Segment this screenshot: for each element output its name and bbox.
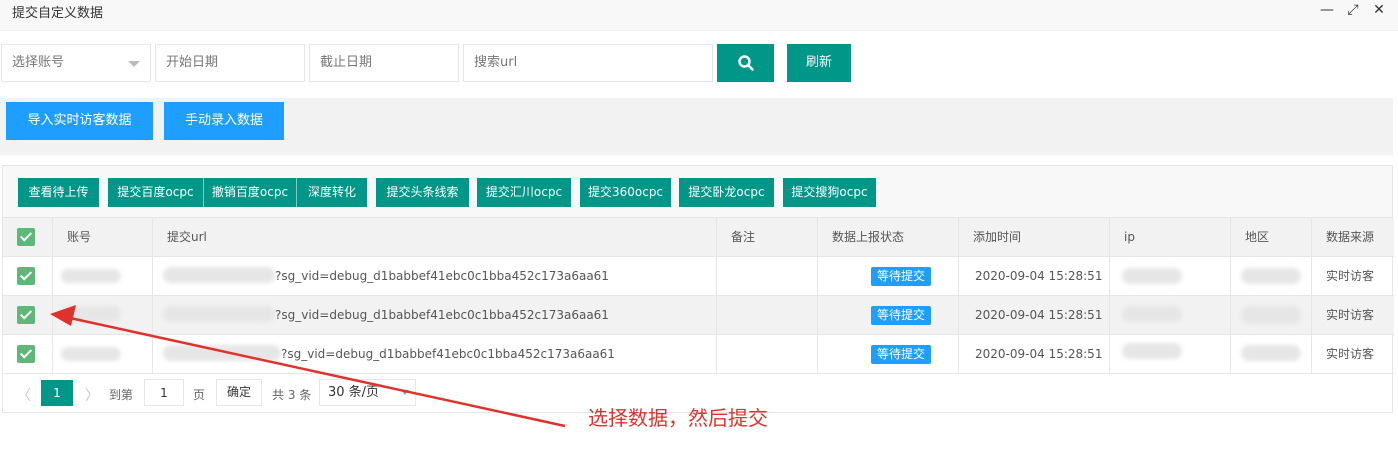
submit-toutiao-leads-button[interactable]: 提交头条线索 [376, 178, 469, 207]
url-text: ?sg_vid=debug_d1babbef41ebc0c1bba452c173… [281, 347, 615, 361]
ip-cell [1110, 296, 1231, 334]
column-header-ip: ip [1110, 218, 1231, 256]
url-cell: ?sg_vid=debug_d1babbef41ebc0c1bba452c173… [153, 296, 717, 334]
table-row[interactable]: ?sg_vid=debug_d1babbef41ebc0c1bba452c173… [3, 296, 1394, 335]
note-cell [717, 257, 818, 295]
time-cell: 2020-09-04 15:28:51 [959, 257, 1110, 295]
page-label: 页 [193, 388, 206, 402]
url-search-input[interactable] [474, 45, 712, 80]
revoke-baidu-ocpc-button[interactable]: 撤销百度ocpc [203, 178, 296, 207]
account-cell [53, 257, 153, 295]
deep-conversion-button[interactable]: 深度转化 [296, 178, 367, 207]
time-cell: 2020-09-04 15:28:51 [959, 296, 1110, 334]
row-checkbox[interactable] [17, 267, 35, 285]
submit-baidu-ocpc-button[interactable]: 提交百度ocpc [108, 178, 203, 207]
column-header-note: 备注 [717, 218, 818, 256]
account-cell [53, 335, 153, 373]
chevron-down-icon [128, 61, 140, 67]
column-header-time: 添加时间 [959, 218, 1110, 256]
account-select[interactable]: 选择账号 [1, 44, 151, 82]
window-title: 提交自定义数据 [12, 6, 104, 21]
source-cell: 实时访客 [1326, 347, 1375, 361]
start-date-field[interactable] [155, 44, 305, 82]
row-checkbox[interactable] [17, 345, 35, 363]
table-header: 账号 提交url 备注 数据上报状态 添加时间 ip 地区 数据来源 [3, 218, 1394, 257]
submit-huichuan-ocpc-button[interactable]: 提交汇川ocpc [477, 178, 571, 207]
end-date-field[interactable] [309, 44, 459, 82]
end-date-input[interactable] [320, 45, 458, 80]
submit-wolong-ocpc-button[interactable]: 提交卧龙ocpc [679, 178, 774, 207]
minimize-icon[interactable]: — [1318, 2, 1336, 18]
url-text: ?sg_vid=debug_d1babbef41ebc0c1bba452c173… [275, 308, 609, 322]
submit-sogou-ocpc-button[interactable]: 提交搜狗ocpc [783, 178, 876, 207]
goto-label: 到第 [109, 388, 134, 402]
select-all-cell [3, 218, 53, 256]
region-cell [1231, 257, 1312, 295]
column-header-source: 数据来源 [1326, 230, 1375, 244]
select-all-checkbox[interactable] [17, 228, 35, 246]
prev-page-icon[interactable]: 〈 [17, 385, 31, 405]
next-page-icon[interactable]: 〉 [85, 385, 99, 405]
time-cell: 2020-09-04 15:28:51 [959, 335, 1110, 373]
refresh-button[interactable]: 刷新 [787, 44, 851, 82]
search-button[interactable] [717, 44, 774, 82]
column-header-account: 账号 [53, 218, 153, 256]
chevron-down-icon [401, 390, 409, 395]
page-size-select[interactable]: 30 条/页 [319, 379, 416, 406]
maximize-icon[interactable]: ⤢ [1344, 2, 1362, 18]
region-cell [1231, 296, 1312, 334]
source-cell: 实时访客 [1326, 269, 1375, 283]
total-count: 共 3 条 [272, 388, 312, 402]
row-checkbox[interactable] [17, 306, 35, 324]
url-text: ?sg_vid=debug_d1babbef41ebc0c1bba452c173… [275, 269, 609, 283]
column-header-status: 数据上报状态 [818, 218, 959, 256]
ip-cell [1110, 335, 1231, 373]
search-icon [737, 55, 754, 71]
page-size-value: 30 条/页 [328, 385, 380, 400]
note-cell [717, 335, 818, 373]
region-cell [1231, 335, 1312, 373]
submit-360-ocpc-button[interactable]: 提交360ocpc [580, 178, 671, 207]
row-select-cell [3, 335, 53, 373]
status-badge: 等待提交 [871, 267, 932, 286]
table-row[interactable]: ?sg_vid=debug_d1babbef41ebc0c1bba452c173… [3, 335, 1394, 374]
status-cell: 等待提交 [818, 335, 959, 373]
view-pending-button[interactable]: 查看待上传 [18, 178, 99, 207]
account-cell [53, 296, 153, 334]
column-header-region: 地区 [1231, 218, 1312, 256]
import-visitors-button[interactable]: 导入实时访客数据 [6, 102, 153, 140]
goto-page-input[interactable] [144, 379, 184, 406]
status-badge: 等待提交 [871, 345, 932, 364]
url-search-field[interactable] [463, 44, 713, 82]
column-header-url: 提交url [153, 218, 717, 256]
manual-entry-button[interactable]: 手动录入数据 [164, 102, 284, 140]
status-cell: 等待提交 [818, 257, 959, 295]
source-cell: 实时访客 [1326, 308, 1375, 322]
account-select-placeholder: 选择账号 [12, 55, 65, 70]
goto-confirm-button[interactable]: 确定 [216, 379, 262, 406]
annotation-text: 选择数据，然后提交 [588, 406, 768, 430]
note-cell [717, 296, 818, 334]
status-cell: 等待提交 [818, 296, 959, 334]
url-cell: ?sg_vid=debug_d1babbef41ebc0c1bba452c173… [153, 257, 717, 295]
row-select-cell [3, 257, 53, 295]
start-date-input[interactable] [166, 45, 304, 80]
submit-toolbar: 查看待上传 提交百度ocpc 撤销百度ocpc 深度转化 提交头条线索 提交汇川… [3, 166, 1392, 218]
url-cell: ?sg_vid=debug_d1babbef41ebc0c1bba452c173… [153, 335, 717, 373]
row-select-cell [3, 296, 53, 334]
ip-cell [1110, 257, 1231, 295]
status-badge: 等待提交 [871, 306, 932, 325]
window-titlebar: 提交自定义数据 — ⤢ ✕ [0, 0, 1398, 31]
close-icon[interactable]: ✕ [1370, 2, 1388, 18]
table-row[interactable]: ?sg_vid=debug_d1babbef41ebc0c1bba452c173… [3, 257, 1394, 296]
data-panel: 查看待上传 提交百度ocpc 撤销百度ocpc 深度转化 提交头条线索 提交汇川… [2, 165, 1394, 413]
page-1-button[interactable]: 1 [41, 380, 73, 406]
